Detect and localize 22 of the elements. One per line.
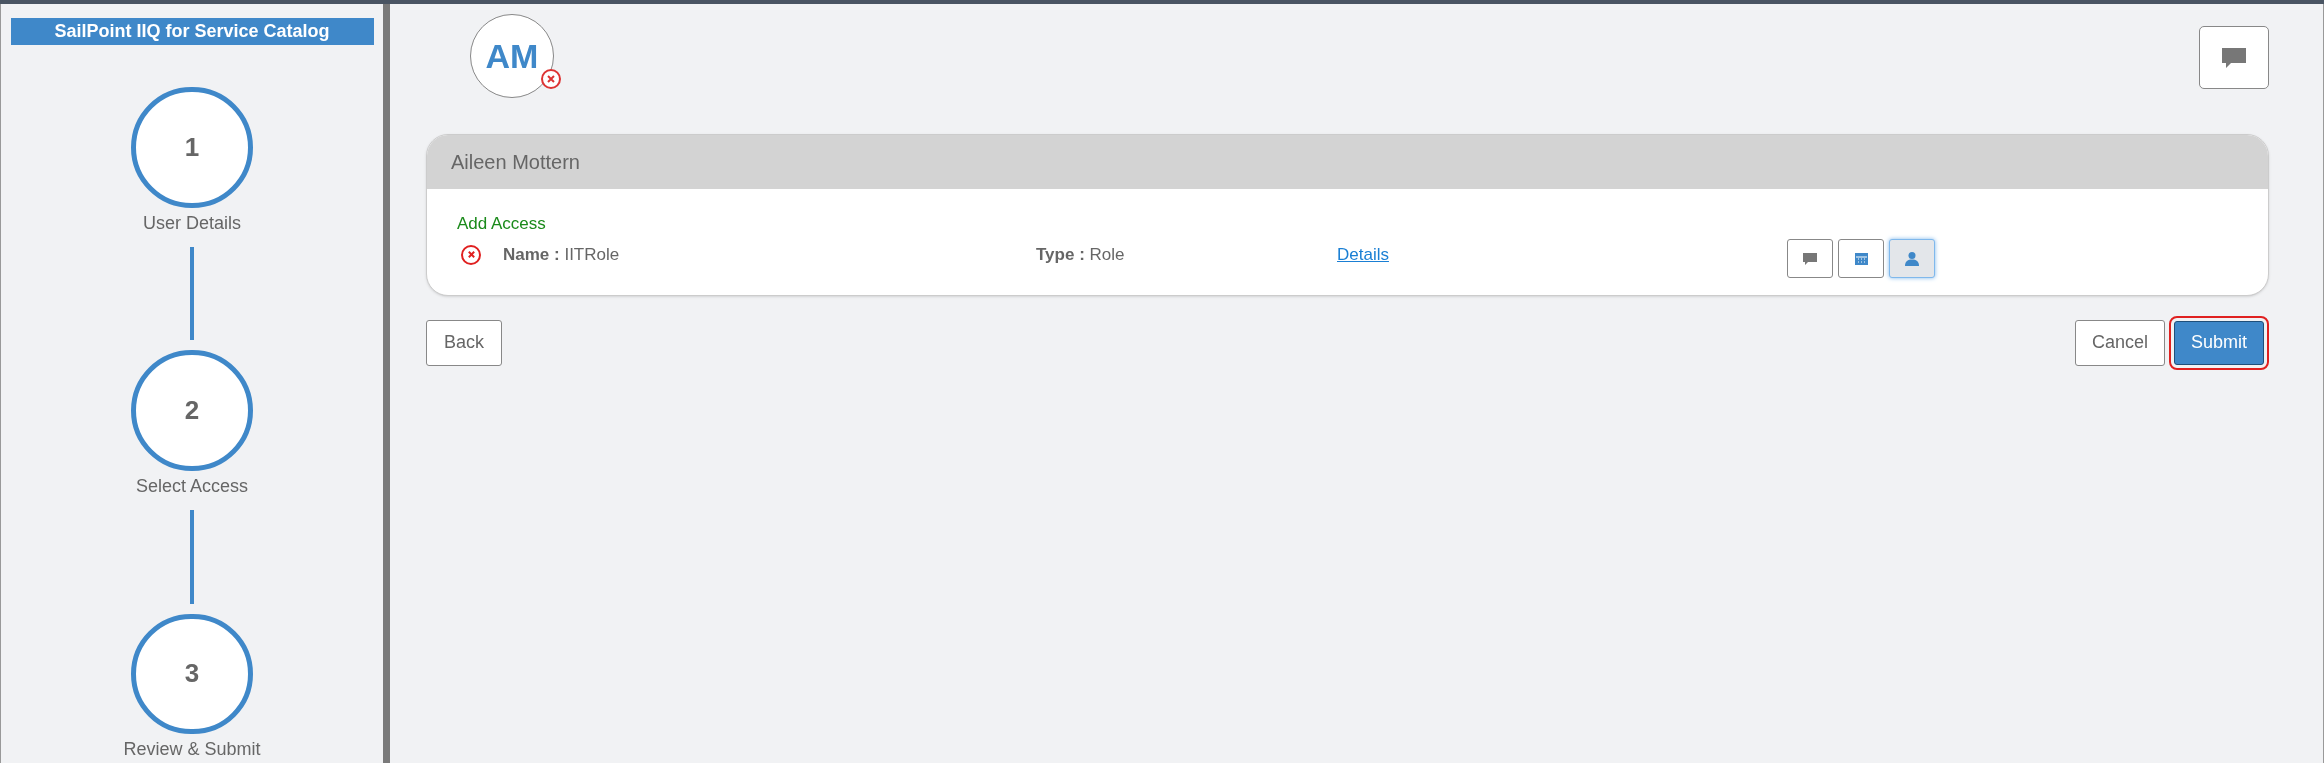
back-button[interactable]: Back [426, 319, 503, 366]
section-heading: Add Access [457, 213, 547, 235]
cancel-button[interactable]: Cancel [2074, 319, 2165, 366]
action-button[interactable] [1838, 239, 1884, 278]
remove-icon[interactable] [461, 244, 481, 265]
step-label: Select Access [135, 474, 249, 498]
remove-icon[interactable] [541, 69, 561, 89]
comment-icon [2221, 46, 2247, 69]
comment-button[interactable] [2199, 26, 2269, 89]
person-icon [1905, 251, 1919, 266]
step-label: Review & Submit [123, 738, 261, 761]
card-header: Aileen Mottern [427, 135, 2268, 189]
step-label: User Details [143, 211, 241, 235]
sidebar-title: SailPoint IIQ for Service Catalog [10, 18, 374, 45]
action-button[interactable] [1889, 239, 1935, 278]
submit-button[interactable]: Submit [2173, 320, 2264, 365]
calendar-icon [1853, 251, 1869, 266]
comment-icon [1802, 251, 1818, 266]
type-field: Type : Role [1036, 241, 1337, 268]
action-button[interactable] [1787, 239, 1833, 278]
name-field: Name : IITRole [503, 241, 1036, 268]
details-link[interactable]: Details [1337, 241, 1787, 268]
